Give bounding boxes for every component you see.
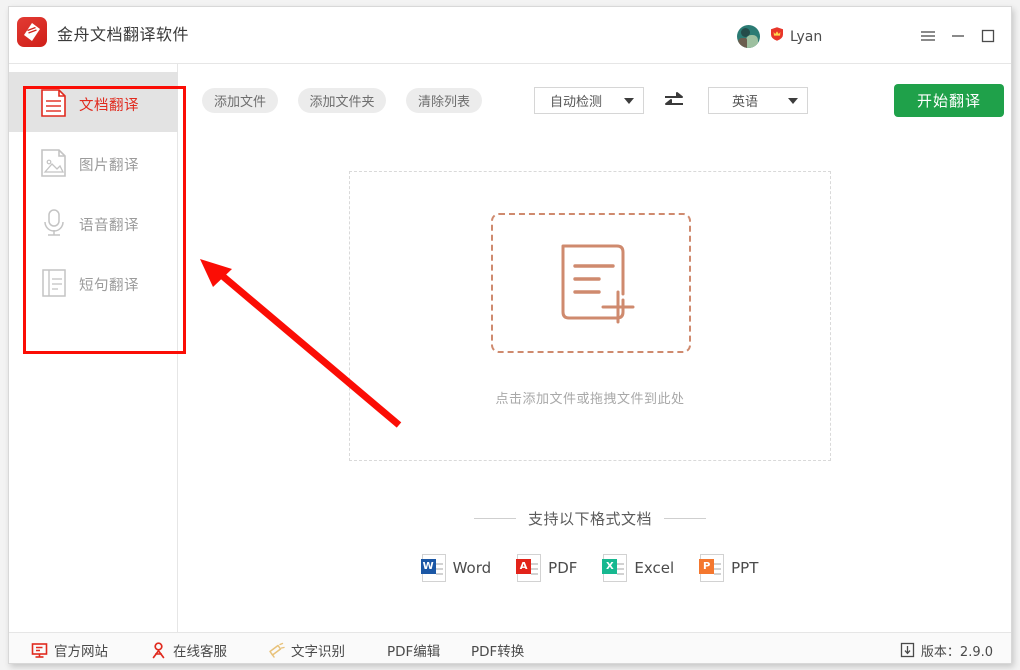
footer-bar: 官方网站 在线客服 文字识别 PDF编辑 PDF转换 <box>9 632 1012 664</box>
vip-crown-badge-icon <box>769 26 785 42</box>
pdf-file-icon: A <box>517 554 541 582</box>
format-label: PDF <box>548 559 577 577</box>
swap-arrows-icon[interactable] <box>662 90 686 110</box>
footer-service-link[interactable]: 在线客服 <box>150 640 227 660</box>
ppt-badge-glyph: P <box>699 559 714 574</box>
app-logo-diamond-icon <box>17 17 47 47</box>
footer-ocr-label: 文字识别 <box>291 640 345 660</box>
word-file-icon: W <box>422 554 446 582</box>
sidebar: 文档翻译 图片翻译 语音翻译 <box>9 64 178 632</box>
sidebar-item-label: 文档翻译 <box>79 94 139 115</box>
target-language-value: 英语 <box>709 88 781 113</box>
sidebar-item-label: 图片翻译 <box>79 154 139 175</box>
format-label: Word <box>453 559 492 577</box>
sidebar-item-voice-translate[interactable]: 语音翻译 <box>9 192 178 252</box>
sidebar-item-label: 语音翻译 <box>79 214 139 235</box>
add-folder-button[interactable]: 添加文件夹 <box>298 88 386 113</box>
phrase-translate-icon <box>40 268 68 298</box>
footer-website-link[interactable]: 官方网站 <box>31 640 108 660</box>
drop-zone-inner-border <box>491 213 691 353</box>
ppt-file-icon: P <box>700 554 724 582</box>
megaphone-icon <box>267 642 285 659</box>
app-title: 金舟文档翻译软件 <box>57 21 189 45</box>
sidebar-item-image-translate[interactable]: 图片翻译 <box>9 132 178 192</box>
logo-mark <box>24 23 40 41</box>
word-badge-glyph: W <box>421 559 436 574</box>
footer-pdf-convert-link[interactable]: PDF转换 <box>471 640 524 660</box>
download-icon <box>900 642 915 658</box>
target-language-select[interactable]: 英语 <box>708 87 808 114</box>
person-icon <box>150 642 167 659</box>
user-avatar[interactable] <box>737 25 760 48</box>
divider-right <box>664 518 706 519</box>
title-bar: 金舟文档翻译软件 Lyan <box>9 7 1012 64</box>
format-item: W Word <box>422 554 492 582</box>
footer-service-label: 在线客服 <box>173 640 227 660</box>
close-icon[interactable] <box>1009 27 1012 45</box>
clear-list-button[interactable]: 清除列表 <box>406 88 482 113</box>
file-drop-zone[interactable]: 点击添加文件或拖拽文件到此处 <box>349 171 831 461</box>
toolbar: 添加文件 添加文件夹 清除列表 自动检测 英语 开始翻译 <box>178 64 1012 134</box>
source-language-select[interactable]: 自动检测 <box>534 87 644 114</box>
application-window: 金舟文档翻译软件 Lyan <box>8 6 1012 664</box>
add-document-icon <box>551 240 641 330</box>
supported-formats-list: W Word A PDF X Excel P PPT <box>349 549 831 587</box>
sidebar-item-document-translate[interactable]: 文档翻译 <box>9 72 178 132</box>
version-label: 版本：2.9.0 <box>921 641 993 660</box>
sidebar-item-label: 短句翻译 <box>79 274 139 295</box>
image-translate-icon <box>40 148 68 178</box>
format-item: P PPT <box>700 554 758 582</box>
chevron-down-icon <box>624 98 634 104</box>
formats-heading-text: 支持以下格式文档 <box>528 508 652 529</box>
excel-badge-glyph: X <box>602 559 617 574</box>
document-translate-icon <box>40 88 68 118</box>
hamburger-menu-icon[interactable] <box>919 27 937 45</box>
chevron-down-icon <box>788 98 798 104</box>
footer-website-label: 官方网站 <box>54 640 108 660</box>
divider-left <box>474 518 516 519</box>
start-translate-button[interactable]: 开始翻译 <box>894 84 1004 117</box>
monitor-icon <box>31 642 48 659</box>
version-info: 版本：2.9.0 <box>900 640 993 660</box>
minimize-icon[interactable] <box>949 27 967 45</box>
add-file-button[interactable]: 添加文件 <box>202 88 278 113</box>
maximize-icon[interactable] <box>979 27 997 45</box>
microphone-translate-icon <box>40 208 68 238</box>
format-label: PPT <box>731 559 758 577</box>
drop-zone-hint: 点击添加文件或拖拽文件到此处 <box>350 388 830 407</box>
footer-pdf-edit-link[interactable]: PDF编辑 <box>387 640 440 660</box>
format-item: X Excel <box>603 554 674 582</box>
source-language-value: 自动检测 <box>535 88 617 113</box>
excel-file-icon: X <box>603 554 627 582</box>
format-label: Excel <box>634 559 674 577</box>
supported-formats-heading: 支持以下格式文档 <box>349 507 831 529</box>
format-item: A PDF <box>517 554 577 582</box>
pdf-badge-glyph: A <box>516 559 531 574</box>
user-name: Lyan <box>790 29 822 45</box>
sidebar-item-phrase-translate[interactable]: 短句翻译 <box>9 252 178 312</box>
footer-ocr-link[interactable]: 文字识别 <box>267 640 345 660</box>
